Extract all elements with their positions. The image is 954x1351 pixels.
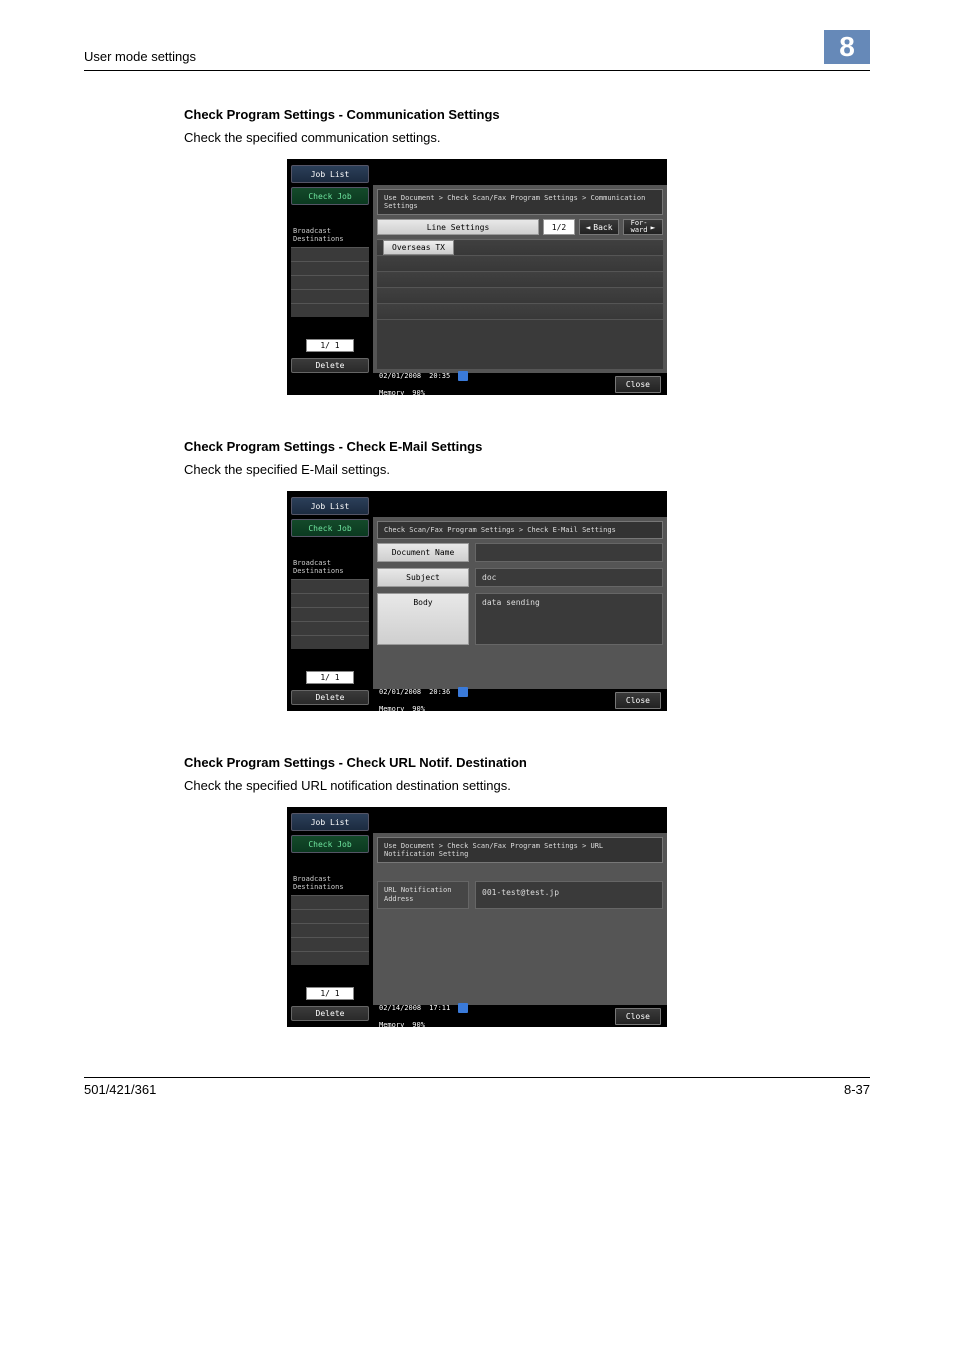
panel-page-indicator: 1/2	[543, 219, 575, 235]
broadcast-destinations-label: Broadcast Destinations	[291, 555, 369, 577]
panel-email-settings: Job List Check Job Broadcast Destination…	[287, 491, 667, 711]
side-list-row	[291, 303, 369, 317]
url-notification-address-label: URL Notification Address	[377, 881, 469, 909]
job-list-button[interactable]: Job List	[291, 497, 369, 515]
side-list-row	[291, 895, 369, 909]
side-list-row	[291, 909, 369, 923]
status-icon	[458, 371, 468, 381]
subject-label: Subject	[377, 568, 469, 587]
list-row	[377, 272, 663, 288]
close-button[interactable]: Close	[615, 692, 661, 709]
body-value: data sending	[475, 593, 663, 645]
forward-button[interactable]: For- ward ►	[623, 219, 663, 235]
panel-url-notification: Job List Check Job Broadcast Destination…	[287, 807, 667, 1027]
section-3-desc: Check the specified URL notification des…	[184, 778, 870, 793]
overseas-tx-chip[interactable]: Overseas TX	[383, 240, 454, 255]
chapter-number-badge: 8	[824, 30, 870, 64]
list-row	[377, 304, 663, 320]
close-button[interactable]: Close	[615, 1008, 661, 1025]
url-notification-address-value: 001-test@test.jp	[475, 881, 663, 909]
status-time: 20:36	[429, 688, 450, 696]
job-list-button[interactable]: Job List	[291, 165, 369, 183]
document-name-value	[475, 543, 663, 562]
document-name-label: Document Name	[377, 543, 469, 562]
job-list-button[interactable]: Job List	[291, 813, 369, 831]
section-2-title: Check Program Settings - Check E-Mail Se…	[184, 439, 870, 454]
side-list-row	[291, 607, 369, 621]
side-page-indicator: 1/ 1	[306, 671, 354, 684]
close-button[interactable]: Close	[615, 376, 661, 393]
side-list-row	[291, 951, 369, 965]
check-job-button[interactable]: Check Job	[291, 519, 369, 537]
forward-label: For- ward	[631, 220, 648, 234]
broadcast-destinations-label: Broadcast Destinations	[291, 871, 369, 893]
check-job-button[interactable]: Check Job	[291, 187, 369, 205]
side-list-row	[291, 275, 369, 289]
delete-button[interactable]: Delete	[291, 690, 369, 705]
status-time: 17:11	[429, 1004, 450, 1012]
memory-percent: 90%	[412, 705, 425, 713]
check-job-button[interactable]: Check Job	[291, 835, 369, 853]
delete-button[interactable]: Delete	[291, 1006, 369, 1021]
status-date: 02/01/2008	[379, 372, 421, 380]
side-list-row	[291, 261, 369, 275]
footer-right: 8-37	[844, 1082, 870, 1097]
section-2-desc: Check the specified E-Mail settings.	[184, 462, 870, 477]
status-icon	[458, 687, 468, 697]
list-row	[377, 288, 663, 304]
section-3-title: Check Program Settings - Check URL Notif…	[184, 755, 870, 770]
memory-label: Memory	[379, 389, 404, 397]
footer-left: 501/421/361	[84, 1082, 156, 1097]
section-1-title: Check Program Settings - Communication S…	[184, 107, 870, 122]
side-list-row	[291, 289, 369, 303]
arrow-right-icon: ►	[651, 223, 656, 232]
side-list-row	[291, 579, 369, 593]
broadcast-destinations-label: Broadcast Destinations	[291, 223, 369, 245]
breadcrumb: Use Document > Check Scan/Fax Program Se…	[377, 837, 663, 863]
status-date: 02/01/2008	[379, 688, 421, 696]
side-list-row	[291, 593, 369, 607]
line-settings-label: Line Settings	[377, 219, 539, 235]
status-time: 20:35	[429, 372, 450, 380]
breadcrumb: Use Document > Check Scan/Fax Program Se…	[377, 189, 663, 215]
body-label: Body	[377, 593, 469, 645]
subject-value: doc	[475, 568, 663, 587]
side-list-row	[291, 621, 369, 635]
side-list-row	[291, 923, 369, 937]
side-list-row	[291, 937, 369, 951]
status-icon	[458, 1003, 468, 1013]
list-row: Overseas TX	[377, 240, 663, 256]
section-1-desc: Check the specified communication settin…	[184, 130, 870, 145]
side-list-row	[291, 635, 369, 649]
panel-communication-settings: Job List Check Job Broadcast Destination…	[287, 159, 667, 395]
status-date: 02/14/2008	[379, 1004, 421, 1012]
header-divider	[84, 70, 870, 71]
side-page-indicator: 1/ 1	[306, 987, 354, 1000]
header-section: User mode settings	[84, 49, 196, 64]
memory-percent: 90%	[412, 389, 425, 397]
breadcrumb: Check Scan/Fax Program Settings > Check …	[377, 521, 663, 539]
side-page-indicator: 1/ 1	[306, 339, 354, 352]
delete-button[interactable]: Delete	[291, 358, 369, 373]
side-list-row	[291, 247, 369, 261]
list-row	[377, 256, 663, 272]
memory-label: Memory	[379, 705, 404, 713]
memory-percent: 90%	[412, 1021, 425, 1029]
arrow-left-icon: ◄	[585, 223, 590, 232]
back-button[interactable]: ◄ Back	[579, 219, 619, 235]
back-label: Back	[593, 223, 612, 232]
memory-label: Memory	[379, 1021, 404, 1029]
